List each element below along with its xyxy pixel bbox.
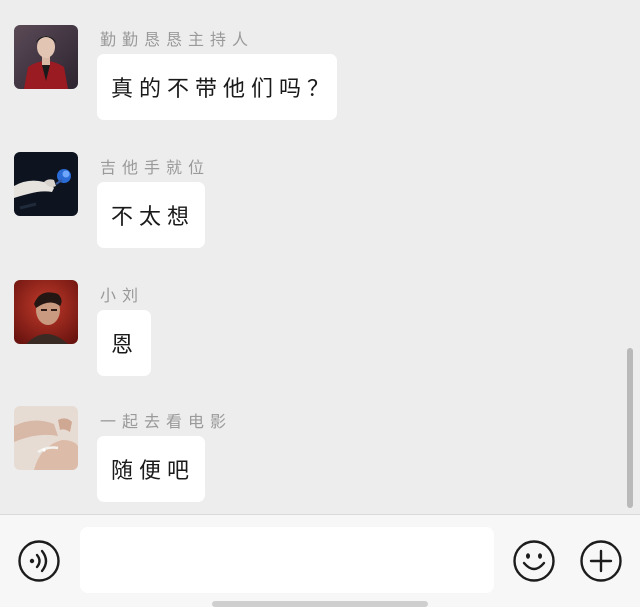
man-in-red-suit-avatar-icon (14, 25, 78, 89)
message-text: 随便吧 (111, 459, 196, 484)
message-input-bar (0, 514, 640, 607)
chat-message-list[interactable]: 勤勤恳恳主持人 真的不带他们吗？ 吉他手就位 不太想 小刘 恩 一起去看电影 随… (0, 0, 640, 514)
man-portrait-red-background-avatar-icon (14, 280, 78, 344)
sender-name: 勤勤恳恳主持人 (100, 30, 255, 49)
voice-button[interactable] (17, 539, 61, 583)
message-bubble[interactable]: 真的不带他们吗？ (97, 54, 337, 120)
emoji-button[interactable] (512, 539, 556, 583)
message-bubble[interactable]: 不太想 (97, 182, 205, 248)
message-text: 不太想 (111, 205, 196, 230)
message-bubble[interactable]: 随便吧 (97, 436, 205, 502)
sender-avatar[interactable] (14, 406, 78, 470)
message-text: 恩 (111, 333, 140, 358)
sender-name: 吉他手就位 (100, 158, 211, 177)
message-bubble[interactable]: 恩 (97, 310, 151, 376)
emoji-icon (513, 540, 555, 582)
sender-avatar[interactable] (14, 25, 78, 89)
chat-message: 小刘 恩 (0, 280, 640, 380)
more-button[interactable] (579, 539, 623, 583)
sender-avatar[interactable] (14, 152, 78, 216)
chat-message: 勤勤恳恳主持人 真的不带他们吗？ (0, 24, 640, 124)
message-input[interactable] (80, 527, 494, 593)
chat-scrollbar[interactable] (627, 348, 633, 508)
sender-name: 一起去看电影 (100, 412, 233, 431)
chat-message: 吉他手就位 不太想 (0, 152, 640, 252)
chat-message: 一起去看电影 随便吧 (0, 406, 640, 506)
voice-icon (18, 540, 60, 582)
sender-name: 小刘 (100, 286, 145, 305)
hands-with-bracelet-avatar-icon (14, 406, 78, 470)
plus-icon (580, 540, 622, 582)
sender-avatar[interactable] (14, 280, 78, 344)
home-indicator[interactable] (212, 601, 428, 607)
hand-holding-blue-rose-avatar-icon (14, 152, 78, 216)
message-text: 真的不带他们吗？ (111, 77, 336, 102)
